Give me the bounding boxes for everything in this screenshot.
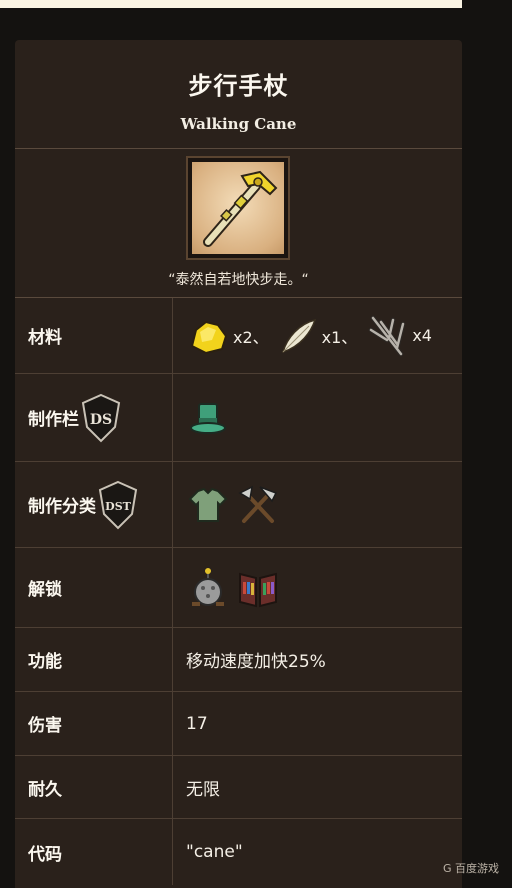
watermark: G 百度游戏 bbox=[443, 862, 500, 875]
science-machine-icon[interactable] bbox=[186, 566, 230, 610]
material-feather[interactable]: x1、 bbox=[279, 316, 358, 356]
material-count: x2、 bbox=[233, 327, 269, 347]
material-twigs[interactable]: x4 bbox=[367, 314, 432, 358]
feather-icon bbox=[281, 318, 316, 353]
row-materials: 材料 x2、 x1、 x4 bbox=[15, 298, 462, 374]
row-durability: 耐久 无限 bbox=[15, 756, 462, 819]
material-count: x4 bbox=[412, 326, 432, 345]
dst-badge-icon: DST bbox=[98, 480, 138, 529]
unlock-value bbox=[173, 548, 462, 627]
row-damage: 伤害 17 bbox=[15, 692, 462, 756]
gold-nugget-icon bbox=[190, 320, 228, 354]
row-unlock: 解锁 bbox=[15, 548, 462, 628]
row-label-materials: 材料 bbox=[15, 298, 173, 373]
row-label-function: 功能 bbox=[15, 628, 173, 691]
clothing-icon[interactable] bbox=[186, 483, 230, 527]
item-infobox: 步行手杖 Walking Cane “泰然自若地快步走。“ 材料 x2、 x1、… bbox=[15, 40, 462, 888]
code-value: "cane" bbox=[186, 842, 243, 862]
row-label-durability: 耐久 bbox=[15, 756, 173, 818]
item-title-cn: 步行手杖 bbox=[188, 72, 289, 100]
tools-icon[interactable] bbox=[236, 483, 280, 527]
row-label-code: 代码 bbox=[15, 819, 173, 885]
craft-tab-value bbox=[173, 374, 462, 461]
item-image-section: “泰然自若地快步走。“ bbox=[15, 149, 462, 298]
dst-badge-text: DST bbox=[105, 500, 131, 513]
row-craft-tab: 制作栏 DS bbox=[15, 374, 462, 462]
twigs-icon bbox=[368, 315, 406, 356]
row-craft-category: 制作分类 DST bbox=[15, 462, 462, 548]
ds-badge-icon: DS bbox=[81, 393, 121, 442]
materials-value: x2、 x1、 x4 bbox=[173, 298, 462, 373]
item-image-frame bbox=[186, 156, 290, 260]
top-hat-icon[interactable] bbox=[186, 396, 230, 440]
material-count: x1、 bbox=[321, 327, 358, 347]
craft-tab-label: 制作栏 bbox=[28, 410, 79, 430]
top-strip bbox=[0, 0, 462, 8]
row-code: 代码 "cane" bbox=[15, 819, 462, 885]
material-gold[interactable]: x2、 bbox=[186, 316, 269, 356]
function-value: 移动速度加快25% bbox=[186, 652, 326, 672]
walking-cane-icon bbox=[203, 170, 278, 247]
bookshelf-icon[interactable] bbox=[236, 566, 280, 610]
ds-badge-text: DS bbox=[90, 412, 112, 428]
craft-category-value bbox=[173, 462, 462, 547]
item-quote: “泰然自若地快步走。“ bbox=[168, 272, 309, 288]
row-label-damage: 伤害 bbox=[15, 692, 173, 755]
infobox-header: 步行手杖 Walking Cane bbox=[15, 40, 462, 149]
row-label-craft-tab: 制作栏 DS bbox=[15, 374, 173, 461]
row-label-unlock: 解锁 bbox=[15, 548, 173, 627]
row-label-craft-category: 制作分类 DST bbox=[15, 462, 173, 547]
row-function: 功能 移动速度加快25% bbox=[15, 628, 462, 692]
damage-value: 17 bbox=[186, 713, 208, 734]
craft-category-label: 制作分类 bbox=[28, 497, 96, 517]
durability-value: 无限 bbox=[186, 779, 220, 800]
item-title-en: Walking Cane bbox=[180, 115, 297, 133]
